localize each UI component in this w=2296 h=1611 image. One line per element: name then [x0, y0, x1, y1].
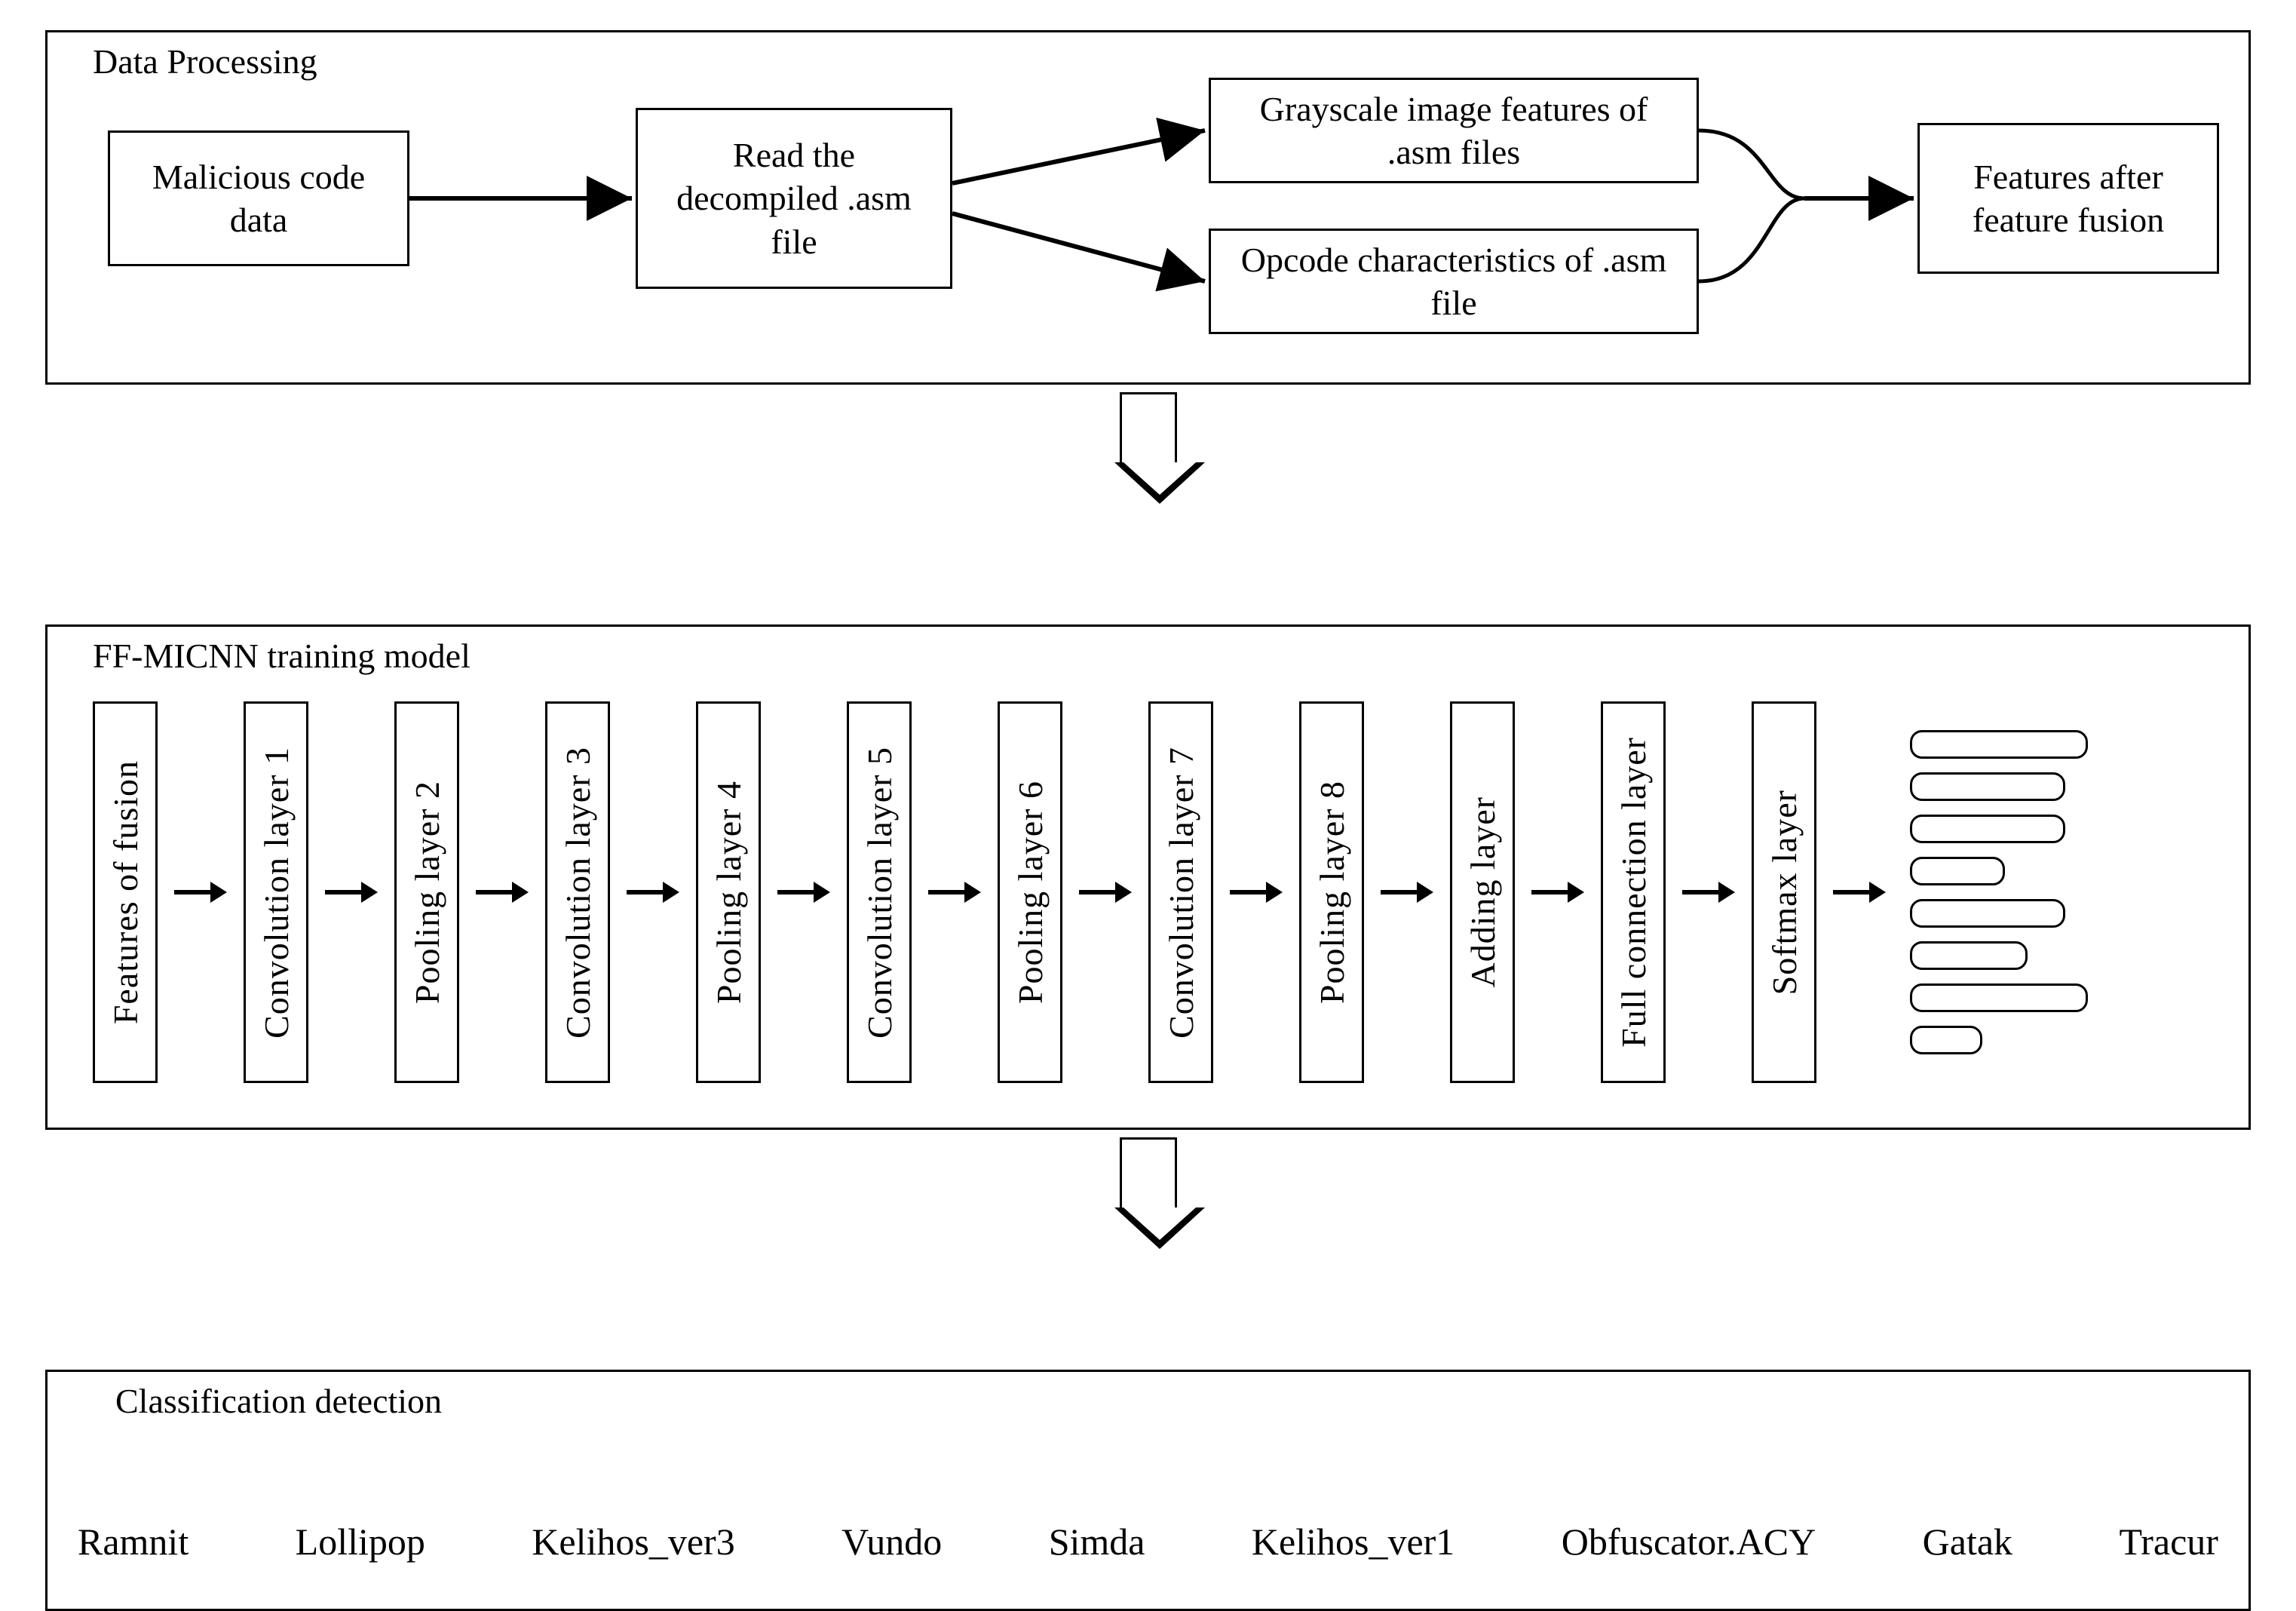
output-bar	[1910, 815, 2065, 843]
output-bar	[1910, 899, 2065, 928]
layer-label: Pooling layer 2	[407, 781, 447, 1004]
layer-box: Convolution layer 5	[847, 701, 912, 1083]
panel2-title: FF-MICNN training model	[93, 636, 471, 676]
class-label: Obfuscator.ACY	[1562, 1520, 1816, 1563]
box-malicious-code: Malicious code data	[108, 130, 409, 266]
class-label: Kelihos_ver1	[1252, 1520, 1455, 1563]
layer-arrow-icon	[1230, 882, 1283, 903]
layer-box: Pooling layer 4	[696, 701, 761, 1083]
class-label: Tracur	[2119, 1520, 2218, 1563]
panel3-title: Classification detection	[115, 1381, 442, 1421]
panel-training-model: FF-MICNN training model Features of fusi…	[45, 624, 2251, 1130]
output-bar	[1910, 983, 2088, 1012]
softmax-output-bars	[1910, 730, 2088, 1054]
layer-box: Convolution layer 7	[1148, 701, 1213, 1083]
class-label: Vundo	[841, 1520, 942, 1563]
layer-arrow-icon	[174, 882, 227, 903]
layer-box: Convolution layer 3	[545, 701, 610, 1083]
output-bar	[1910, 1026, 1982, 1054]
layer-arrow-icon	[325, 882, 378, 903]
layer-label: Convolution layer 5	[860, 747, 900, 1039]
layer-box: Full connection layer	[1601, 701, 1666, 1083]
layer-box: Features of fusion	[93, 701, 158, 1083]
layer-box: Softmax layer	[1752, 701, 1816, 1083]
layer-arrow-icon	[928, 882, 981, 903]
layer-sequence: Features of fusion Convolution layer 1 Poo…	[93, 702, 2203, 1082]
output-bar	[1910, 730, 2088, 759]
panel-classification: Classification detection Ramnit Lollipop K…	[45, 1370, 2251, 1611]
output-bar	[1910, 857, 2005, 885]
box-opcode-features: Opcode characteristics of .asm file	[1209, 229, 1699, 334]
flow-arrow-1	[1114, 392, 1182, 504]
layer-box: Pooling layer 2	[394, 701, 459, 1083]
layer-label: Pooling layer 4	[709, 781, 749, 1004]
box-read-asm: Read the decompiled .asm file	[636, 108, 952, 289]
layer-arrow-icon	[1381, 882, 1433, 903]
class-label: Simda	[1049, 1520, 1145, 1563]
layer-arrow-icon	[1531, 882, 1584, 903]
output-bar	[1910, 772, 2065, 801]
layer-label: Convolution layer 1	[256, 747, 296, 1039]
layer-label: Full connection layer	[1614, 737, 1654, 1048]
layer-label: Adding layer	[1463, 796, 1503, 987]
layer-label: Pooling layer 6	[1010, 781, 1050, 1004]
layer-box: Pooling layer 6	[998, 701, 1062, 1083]
layer-label: Pooling layer 8	[1312, 781, 1352, 1004]
output-bar	[1910, 941, 2028, 970]
layer-arrow-icon	[1682, 882, 1735, 903]
diagram-root: Data Processing Malicious code data Read…	[0, 0, 2296, 1394]
class-list: Ramnit Lollipop Kelihos_ver3 Vundo Simda Keli…	[78, 1520, 2218, 1563]
layer-arrow-icon	[777, 882, 830, 903]
layer-arrow-icon	[627, 882, 679, 903]
panel1-connectors	[48, 32, 274, 146]
panel-data-processing: Data Processing Malicious code data Read…	[45, 30, 2251, 385]
class-label: Ramnit	[78, 1520, 189, 1563]
layer-box: Adding layer	[1450, 701, 1515, 1083]
layer-label: Convolution layer 3	[558, 747, 598, 1039]
box-feature-fusion: Features after feature fusion	[1917, 123, 2219, 274]
flow-arrow-2	[1114, 1137, 1182, 1249]
layer-box: Pooling layer 8	[1299, 701, 1364, 1083]
layer-arrow-icon	[1833, 882, 1886, 903]
class-label: Lollipop	[296, 1520, 425, 1563]
layer-arrow-icon	[1079, 882, 1132, 903]
class-label: Gatak	[1923, 1520, 2012, 1563]
layer-label: Convolution layer 7	[1161, 747, 1201, 1039]
layer-box: Convolution layer 1	[244, 701, 308, 1083]
layer-label: Softmax layer	[1764, 790, 1804, 995]
class-label: Kelihos_ver3	[532, 1520, 734, 1563]
box-grayscale-features: Grayscale image features of .asm files	[1209, 78, 1699, 183]
layer-label: Features of fusion	[106, 760, 146, 1024]
layer-arrow-icon	[476, 882, 529, 903]
